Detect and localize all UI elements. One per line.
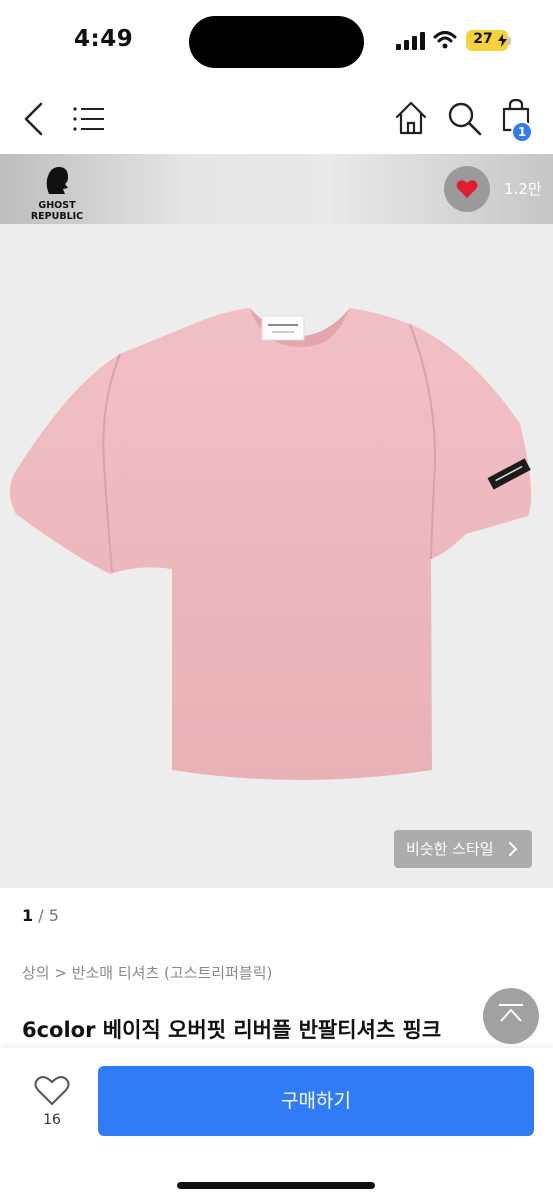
back-icon[interactable] — [22, 102, 46, 136]
brand-name-line2: REPUBLIC — [30, 211, 84, 222]
cart-button[interactable]: 1 — [500, 98, 544, 143]
cellular-signal-icon — [396, 32, 425, 50]
charging-icon — [498, 34, 507, 47]
brand-name-line1: GHOST — [38, 200, 76, 211]
navigation-bar: 1 — [0, 84, 553, 154]
cart-badge: 1 — [511, 121, 533, 143]
brand-name: GHOST REPUBLIC — [22, 200, 92, 222]
pink-tshirt-image — [9, 308, 532, 780]
wifi-icon — [433, 31, 457, 49]
product-image[interactable] — [0, 224, 553, 888]
home-icon[interactable] — [394, 100, 428, 136]
brand-like-count: 1.2만 — [504, 180, 542, 198]
arrow-up-icon — [499, 1004, 523, 1022]
heart-filled-icon — [456, 180, 478, 198]
ghost-logo-icon — [46, 167, 68, 194]
heart-outline-icon[interactable] — [34, 1074, 70, 1106]
home-indicator — [177, 1182, 375, 1189]
status-time: 4:49 — [74, 26, 134, 52]
category-breadcrumb[interactable]: 상의 > 반소매 티셔츠 (고스트리퍼블릭) — [22, 962, 272, 983]
similar-style-button[interactable]: 비슷한 스타일 — [394, 830, 532, 868]
chevron-right-icon — [509, 842, 518, 856]
battery-level: 27 — [473, 31, 493, 47]
similar-style-label: 비슷한 스타일 — [406, 840, 494, 858]
pager-current: 1 — [22, 906, 34, 925]
wish-count: 16 — [43, 1112, 61, 1128]
pager-total: 5 — [48, 906, 59, 925]
scroll-to-top-button[interactable] — [483, 988, 539, 1044]
battery-cap — [508, 37, 511, 45]
brand-logo[interactable]: GHOST REPUBLIC — [22, 162, 92, 222]
brand-like-button[interactable] — [444, 166, 490, 212]
buy-button[interactable]: 구매하기 — [98, 1066, 534, 1136]
search-icon[interactable] — [448, 102, 482, 136]
dynamic-island — [189, 16, 364, 68]
status-bar: 4:49 27 — [0, 0, 553, 80]
product-title: 6color 베이직 오버핏 리버플 반팔티셔츠 핑크 — [22, 1018, 442, 1042]
menu-list-icon[interactable] — [73, 106, 105, 132]
battery-indicator: 27 — [466, 30, 508, 51]
image-pager: 1 / 5 — [22, 906, 59, 925]
